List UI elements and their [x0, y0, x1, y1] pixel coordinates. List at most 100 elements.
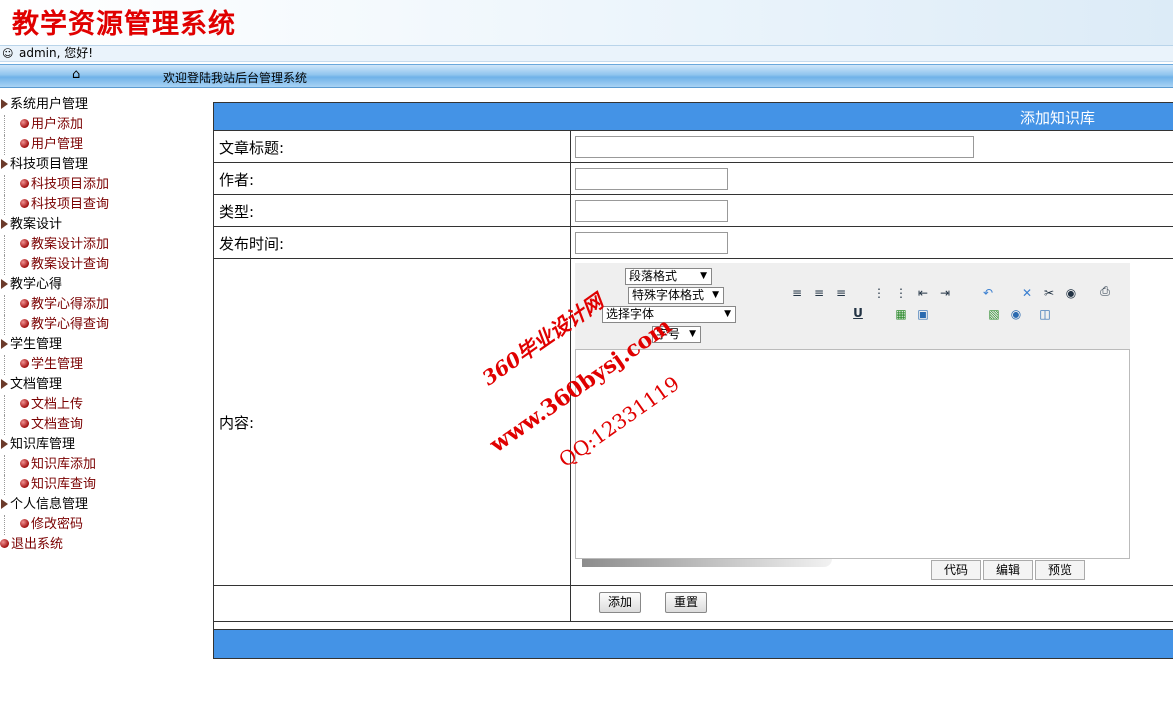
align-right-icon[interactable]: ≡: [833, 285, 849, 301]
bullet-icon: [20, 519, 29, 528]
ordered-list-icon[interactable]: ⋮: [893, 285, 909, 301]
bullet-icon: [20, 459, 29, 468]
bullet-icon: [20, 419, 29, 428]
date-row: 发布时间:: [214, 227, 1173, 259]
sidebar-item[interactable]: 知识库添加: [0, 455, 200, 475]
bullet-icon: [20, 299, 29, 308]
sidebar-item[interactable]: 文档查询: [0, 415, 200, 435]
bullet-icon: [0, 539, 9, 548]
cut-icon[interactable]: ✂: [1041, 285, 1057, 301]
font-select[interactable]: 选择字体 ▼: [602, 306, 736, 323]
app-title: 教学资源管理系统: [12, 9, 236, 40]
sidebar-item-label: 科技项目查询: [31, 197, 110, 212]
sidebar-item[interactable]: 教案设计添加: [0, 235, 200, 255]
tab-preview[interactable]: 预览: [1035, 560, 1085, 580]
sidebar-tree: 系统用户管理用户添加用户管理 科技项目管理科技项目添加 科技项目查询教案设计教案设计…: [0, 95, 200, 555]
indent-icon[interactable]: ⇥: [937, 285, 953, 301]
insert-file-icon[interactable]: ▧: [986, 306, 1002, 322]
sidebar-item-label: 学生管理: [31, 357, 84, 372]
sidebar-item[interactable]: 学生管理: [0, 355, 200, 375]
sidebar-group[interactable]: 文档管理: [0, 375, 200, 395]
sidebar-item[interactable]: 科技项目添加: [0, 175, 200, 195]
expand-arrow-icon: [1, 98, 8, 109]
sidebar-item-label: 知识库查询: [31, 477, 97, 492]
bullet-icon: [20, 319, 29, 328]
sidebar-group-label: 文档管理: [10, 377, 63, 392]
author-input[interactable]: [575, 168, 728, 190]
sidebar-item[interactable]: 修改密码: [0, 515, 200, 535]
bullet-icon: [20, 259, 29, 268]
outdent-icon[interactable]: ⇤: [915, 285, 931, 301]
paragraph-format-value: 段落格式: [629, 269, 678, 283]
sidebar-group-label: 个人信息管理: [10, 497, 89, 512]
sidebar-item[interactable]: 教学心得查询: [0, 315, 200, 335]
insert-link-icon[interactable]: ◉: [1008, 306, 1024, 322]
type-input[interactable]: [575, 200, 728, 222]
sidebar-item-label: 修改密码: [31, 517, 84, 532]
user-greeting: admin, 您好!: [19, 46, 94, 60]
sidebar-item[interactable]: 用户添加: [0, 115, 200, 135]
undo-icon[interactable]: ↶: [980, 285, 996, 301]
title-row: 文章标题:: [214, 131, 1173, 163]
sidebar-group[interactable]: 教学心得: [0, 275, 200, 295]
user-icon: ☺: [2, 47, 14, 60]
sidebar-item-label: 教案设计添加: [31, 237, 110, 252]
sidebar-item-label: 教学心得添加: [31, 297, 110, 312]
sidebar-group[interactable]: 教案设计: [0, 215, 200, 235]
add-knowledge-panel: 添加知识库 文章标题: 作者: 类型: 发布时间: 内容: 段落格式 ▼ 特殊字体…: [213, 102, 1173, 659]
bullet-icon: [20, 399, 29, 408]
bullet-icon: [20, 119, 29, 128]
sidebar-item[interactable]: 科技项目查询: [0, 195, 200, 215]
bullet-icon: [20, 139, 29, 148]
add-button[interactable]: 添加: [599, 592, 641, 613]
date-label: 发布时间:: [219, 235, 285, 253]
date-input[interactable]: [575, 232, 728, 254]
sidebar-group[interactable]: 学生管理: [0, 335, 200, 355]
bullet-icon: [20, 179, 29, 188]
sidebar-item-label: 用户添加: [31, 117, 84, 132]
sidebar-group-label: 知识库管理: [10, 437, 76, 452]
panel-header: 添加知识库: [214, 103, 1173, 131]
app-header: 教学资源管理系统: [0, 0, 1173, 46]
find-icon[interactable]: ◉: [1063, 285, 1079, 301]
sidebar-item[interactable]: 教案设计查询: [0, 255, 200, 275]
sidebar-item[interactable]: 知识库查询: [0, 475, 200, 495]
tab-edit[interactable]: 编辑: [983, 560, 1033, 580]
delete-icon[interactable]: ✕: [1019, 285, 1035, 301]
sidebar-group[interactable]: 个人信息管理: [0, 495, 200, 515]
sidebar-item[interactable]: 文档上传: [0, 395, 200, 415]
expand-arrow-icon: [1, 158, 8, 169]
type-label: 类型:: [219, 203, 255, 221]
nav-bar: ⌂ 欢迎登陆我站后台管理系统: [0, 64, 1173, 88]
user-bar: ☺ admin, 您好!: [0, 46, 1173, 62]
sidebar-group[interactable]: 系统用户管理: [0, 95, 200, 115]
print-icon[interactable]: ⎙: [1097, 283, 1113, 299]
sidebar-item-label: 文档查询: [31, 417, 84, 432]
unordered-list-icon[interactable]: ⋮: [871, 285, 887, 301]
reset-button[interactable]: 重置: [665, 592, 707, 613]
sidebar-item[interactable]: 用户管理: [0, 135, 200, 155]
sidebar-item-label: 知识库添加: [31, 457, 97, 472]
align-center-icon[interactable]: ≡: [811, 285, 827, 301]
title-input[interactable]: [575, 136, 974, 158]
insert-table-icon[interactable]: ▦: [893, 306, 909, 322]
actions-row: 添加 重置: [214, 586, 1173, 622]
underline-icon[interactable]: U: [850, 305, 866, 321]
home-icon[interactable]: ⌂: [72, 67, 80, 82]
editor-shadow: [582, 559, 832, 567]
expand-arrow-icon: [1, 378, 8, 389]
insert-image-icon[interactable]: ▣: [915, 306, 931, 322]
sidebar-item[interactable]: 教学心得添加: [0, 295, 200, 315]
sidebar-group[interactable]: 科技项目管理: [0, 155, 200, 175]
tab-code[interactable]: 代码: [931, 560, 981, 580]
sidebar-group[interactable]: 知识库管理: [0, 435, 200, 455]
align-left-icon[interactable]: ≡: [789, 285, 805, 301]
insert-media-icon[interactable]: ◫: [1037, 306, 1053, 322]
sidebar-item-logout[interactable]: 退出系统: [0, 535, 200, 555]
logout-label: 退出系统: [11, 537, 64, 552]
bullet-icon: [20, 479, 29, 488]
panel-title: 添加知识库: [1020, 109, 1096, 127]
special-format-select[interactable]: 特殊字体格式 ▼: [628, 287, 724, 304]
paragraph-format-select[interactable]: 段落格式 ▼: [625, 268, 712, 285]
sidebar-item-label: 科技项目添加: [31, 177, 110, 192]
